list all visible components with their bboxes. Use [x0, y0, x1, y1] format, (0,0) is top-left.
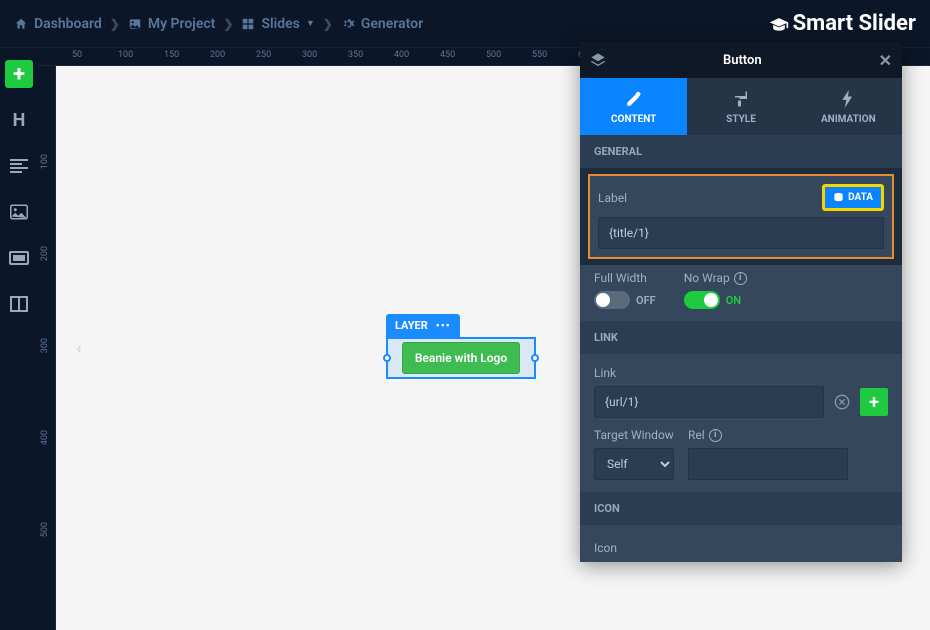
sidebar-tools: + H [0, 48, 38, 630]
properties-panel: Button ✕ CONTENT STYLE ANIMATION GENERAL [580, 42, 902, 562]
grid-icon [241, 17, 255, 31]
chevron-down-icon: ▼ [306, 18, 315, 29]
database-icon [833, 192, 844, 203]
label-field-highlight: Label DATA [588, 174, 894, 259]
graduation-cap-icon [769, 16, 789, 32]
full-width-toggle[interactable] [594, 291, 630, 309]
target-window-group: Target Window Self [594, 428, 674, 480]
label-input[interactable] [598, 217, 884, 249]
panel-title: Button [606, 53, 879, 68]
more-dots-icon: ••• [436, 319, 451, 332]
label-field-label: Label [598, 191, 627, 205]
panel-body[interactable]: GENERAL Label DATA Full Width [580, 135, 902, 562]
tab-content[interactable]: CONTENT [580, 78, 687, 135]
section-icon-head: ICON [580, 492, 902, 525]
canvas-prev-button[interactable]: ‹ [66, 335, 92, 361]
image-tool[interactable] [5, 198, 33, 226]
clear-link-button[interactable] [830, 394, 854, 410]
gear-icon [341, 17, 355, 31]
section-general-head: GENERAL [580, 135, 902, 168]
layers-icon[interactable] [590, 52, 606, 68]
target-window-select[interactable]: Self [594, 448, 674, 480]
breadcrumb-project[interactable]: My Project [128, 16, 216, 32]
target-window-label: Target Window [594, 428, 674, 442]
image-icon [10, 204, 28, 220]
image-icon [128, 17, 142, 31]
link-input[interactable] [594, 386, 824, 418]
layer-pill-label: LAYER [395, 319, 428, 332]
brand-logo: Smart Slider [769, 11, 916, 36]
icon-field-label: Icon [594, 541, 617, 555]
add-link-button[interactable]: + [860, 388, 888, 416]
full-width-state: OFF [636, 294, 656, 307]
breadcrumb-sep: ❯ [110, 17, 120, 31]
rel-group: Rel i [688, 428, 848, 480]
align-icon [10, 159, 28, 173]
clear-icon [834, 394, 850, 410]
breadcrumb-label: My Project [148, 16, 216, 32]
button-icon [9, 251, 29, 265]
heading-tool[interactable]: H [5, 106, 33, 134]
no-wrap-state: ON [726, 294, 741, 307]
no-wrap-label: No Wrap i [684, 271, 747, 285]
text-align-tool[interactable] [5, 152, 33, 180]
brand-text: Smart Slider [793, 11, 916, 36]
topbar: Dashboard ❯ My Project ❯ Slides ▼ ❯ Gene… [0, 0, 930, 48]
breadcrumb-generator[interactable]: Generator [341, 16, 423, 32]
tab-label: ANIMATION [821, 114, 876, 125]
link-field-label: Link [594, 366, 616, 380]
layer-pill[interactable]: LAYER ••• [386, 314, 460, 337]
breadcrumb: Dashboard ❯ My Project ❯ Slides ▼ ❯ Gene… [14, 16, 423, 32]
button-tool[interactable] [5, 244, 33, 272]
home-icon [14, 17, 28, 31]
rel-label: Rel i [688, 428, 848, 442]
breadcrumb-label: Slides [261, 16, 299, 32]
button-element[interactable]: Beanie with Logo [402, 342, 520, 374]
no-wrap-toggle[interactable] [684, 291, 720, 309]
no-wrap-switch-group: No Wrap i ON [684, 271, 747, 309]
close-icon[interactable]: ✕ [879, 51, 892, 70]
tab-style[interactable]: STYLE [687, 78, 794, 135]
ruler-vertical: 100 200 300 400 500 [38, 66, 56, 630]
tab-animation[interactable]: ANIMATION [795, 78, 902, 135]
data-button[interactable]: DATA [822, 184, 884, 211]
breadcrumb-dashboard[interactable]: Dashboard [14, 16, 102, 32]
pencil-icon [625, 90, 643, 108]
rel-input[interactable] [688, 448, 848, 480]
breadcrumb-sep: ❯ [223, 17, 233, 31]
resize-handle-right[interactable] [531, 354, 539, 362]
columns-tool[interactable] [5, 290, 33, 318]
panel-tabs: CONTENT STYLE ANIMATION [580, 78, 902, 135]
section-link-head: LINK [580, 321, 902, 354]
breadcrumb-label: Generator [361, 16, 423, 32]
full-width-label: Full Width [594, 271, 656, 285]
breadcrumb-slides[interactable]: Slides ▼ [241, 16, 314, 32]
columns-icon [10, 296, 28, 312]
panel-header: Button ✕ [580, 42, 902, 78]
info-icon[interactable]: i [709, 429, 722, 442]
layer-selection-box[interactable]: Beanie with Logo [386, 337, 536, 379]
breadcrumb-label: Dashboard [34, 16, 102, 32]
breadcrumb-sep: ❯ [323, 17, 333, 31]
resize-handle-left[interactable] [383, 354, 391, 362]
selected-layer[interactable]: LAYER ••• Beanie with Logo [386, 314, 536, 379]
tab-label: STYLE [726, 114, 756, 125]
full-width-switch-group: Full Width OFF [594, 271, 656, 309]
add-layer-button[interactable]: + [5, 60, 33, 88]
bolt-icon [841, 90, 855, 108]
tab-label: CONTENT [611, 114, 656, 125]
info-icon[interactable]: i [734, 272, 747, 285]
paint-icon [732, 90, 750, 108]
